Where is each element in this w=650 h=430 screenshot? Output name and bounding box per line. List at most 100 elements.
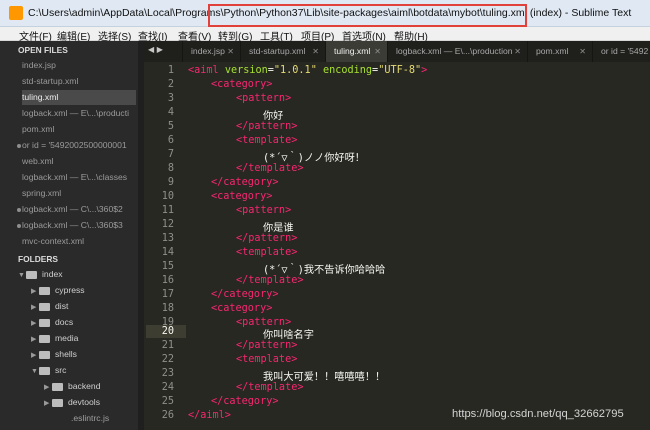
folder-index[interactable]: ▼ index	[18, 267, 63, 282]
window-titlebar: C:\Users\admin\AppData\Local\Programs\Py…	[0, 0, 650, 27]
close-icon[interactable]: ✕	[227, 41, 234, 62]
chevron-down-icon: ▼	[31, 368, 38, 375]
line-number: 9	[167, 177, 174, 188]
title-highlight-box	[208, 4, 527, 27]
line-number: 7	[167, 149, 174, 160]
open-file-item[interactable]: or id = '5492002500000001	[22, 138, 136, 153]
unsaved-dot-icon	[17, 144, 21, 148]
line-number: 23	[161, 368, 174, 379]
folders-header: FOLDERS	[18, 254, 59, 264]
line-number: 2	[167, 79, 174, 90]
folder-icon	[39, 334, 50, 343]
tab-label: index.jsp	[191, 46, 225, 56]
open-file-item[interactable]: index.jsp	[22, 58, 136, 73]
open-file-item-active[interactable]: tuling.xml	[22, 90, 136, 105]
open-file-item[interactable]: logback.xml — E\...\classes	[22, 170, 136, 185]
folder-icon	[39, 318, 50, 327]
line-number: 6	[167, 135, 174, 146]
sidebar: OPEN FILES index.jsp std-startup.xml tul…	[0, 41, 144, 430]
line-number: 1	[167, 65, 174, 76]
folder-icon	[26, 270, 37, 279]
chevron-right-icon: ▶	[44, 400, 50, 407]
line-number: 11	[161, 205, 174, 216]
code-line-25: </category>	[211, 396, 279, 407]
code-line-16: </template>	[236, 275, 304, 286]
code-line-20: 你叫啥名字	[263, 330, 314, 341]
open-file-item[interactable]: web.xml	[22, 154, 136, 169]
open-file-item[interactable]: logback.xml — C\...\360$2	[22, 202, 136, 217]
folder-cypress[interactable]: ▶ cypress	[31, 283, 85, 298]
chevron-right-icon: ▶	[31, 320, 37, 327]
folder-src[interactable]: ▼ src	[31, 363, 66, 378]
code-line-15: (*´▽｀)我不告诉你哈哈哈	[263, 265, 386, 276]
open-file-item[interactable]: logback.xml — E\...\producti	[22, 106, 136, 121]
tab-label: pom.xml	[536, 46, 569, 56]
code-line-8: </template>	[236, 163, 304, 174]
line-number: 25	[161, 396, 174, 407]
line-number: 22	[161, 354, 174, 365]
file-eslintrc[interactable]: .eslintrc.js	[71, 411, 109, 426]
code-line-11: <pattern>	[236, 205, 292, 216]
line-number-current: 20	[161, 326, 174, 337]
folder-icon	[39, 366, 50, 375]
tab-pom-xml[interactable]: pom.xml ✕	[527, 41, 592, 62]
open-files-header: OPEN FILES	[18, 45, 68, 55]
tab-index-jsp[interactable]: index.jsp ✕	[182, 41, 240, 62]
code-line-23: 我叫大可爱！！嘻嘻嘻！！	[263, 372, 386, 383]
line-number: 3	[167, 93, 174, 104]
folder-media[interactable]: ▶ media	[31, 331, 78, 346]
tab-logback-production[interactable]: logback.xml — E\...\production ✕	[387, 41, 527, 62]
tab-nav-arrows-icon[interactable]: ◀ ▶	[148, 45, 163, 54]
folder-docs[interactable]: ▶ docs	[31, 315, 73, 330]
tab-tuling-xml[interactable]: tuling.xml ✕	[325, 41, 387, 62]
close-icon[interactable]: ✕	[312, 41, 319, 62]
close-icon[interactable]: ✕	[514, 41, 521, 62]
close-icon[interactable]: ✕	[579, 41, 586, 62]
open-file-item[interactable]: std-startup.xml	[22, 74, 136, 89]
editor-area[interactable]	[144, 62, 650, 430]
folder-devtools[interactable]: ▶ devtools	[44, 395, 100, 410]
code-line-1: <aiml version="1.0.1" encoding="UTF-8">	[188, 65, 428, 76]
chevron-right-icon: ▶	[31, 288, 37, 295]
tab-std-startup[interactable]: std-startup.xml ✕	[240, 41, 325, 62]
menu-bar: 文件(F) 编辑(E) 选择(S) 查找(I) 查看(V) 转到(G) 工具(T…	[0, 27, 650, 43]
tab-or-id[interactable]: or id = '5492	[592, 41, 650, 62]
tab-label: tuling.xml	[334, 46, 371, 56]
code-line-22: <template>	[236, 354, 298, 365]
line-number: 16	[161, 275, 174, 286]
unsaved-dot-icon	[17, 224, 21, 228]
folder-dist[interactable]: ▶ dist	[31, 299, 68, 314]
open-file-item[interactable]: pom.xml	[22, 122, 136, 137]
open-file-item[interactable]: mvc-context.xml	[22, 234, 136, 249]
folder-icon	[39, 302, 50, 311]
code-line-6: <template>	[236, 135, 298, 146]
code-line-4: 你好	[263, 111, 284, 122]
code-line-3: <pattern>	[236, 93, 292, 104]
code-line-26: </aiml>	[188, 410, 231, 421]
line-number: 12	[161, 219, 174, 230]
folder-backend[interactable]: ▶ backend	[44, 379, 101, 394]
code-line-17: </category>	[211, 289, 279, 300]
code-line-24: </template>	[236, 382, 304, 393]
folder-icon	[52, 398, 63, 407]
code-line-10: <category>	[211, 191, 273, 202]
code-line-5: </pattern>	[236, 121, 298, 132]
code-line-2: <category>	[211, 79, 273, 90]
code-line-21: </pattern>	[236, 340, 298, 351]
sublime-app-icon	[9, 6, 23, 20]
open-file-item[interactable]: logback.xml — C\...\360$3	[22, 218, 136, 233]
folder-icon	[39, 350, 50, 359]
open-file-item[interactable]: spring.xml	[22, 186, 136, 201]
chevron-right-icon: ▶	[31, 304, 37, 311]
folder-shells[interactable]: ▶ shells	[31, 347, 77, 362]
line-number: 14	[161, 247, 174, 258]
line-number: 15	[161, 261, 174, 272]
close-icon[interactable]: ✕	[374, 41, 381, 62]
unsaved-dot-icon	[17, 208, 21, 212]
line-number: 4	[167, 107, 174, 118]
watermark-text: https://blog.csdn.net/qq_32662795	[452, 408, 624, 420]
line-number: 24	[161, 382, 174, 393]
tab-label: or id = '5492	[601, 46, 649, 56]
tab-label: logback.xml — E\...\production	[396, 46, 513, 56]
line-number: 10	[161, 191, 174, 202]
